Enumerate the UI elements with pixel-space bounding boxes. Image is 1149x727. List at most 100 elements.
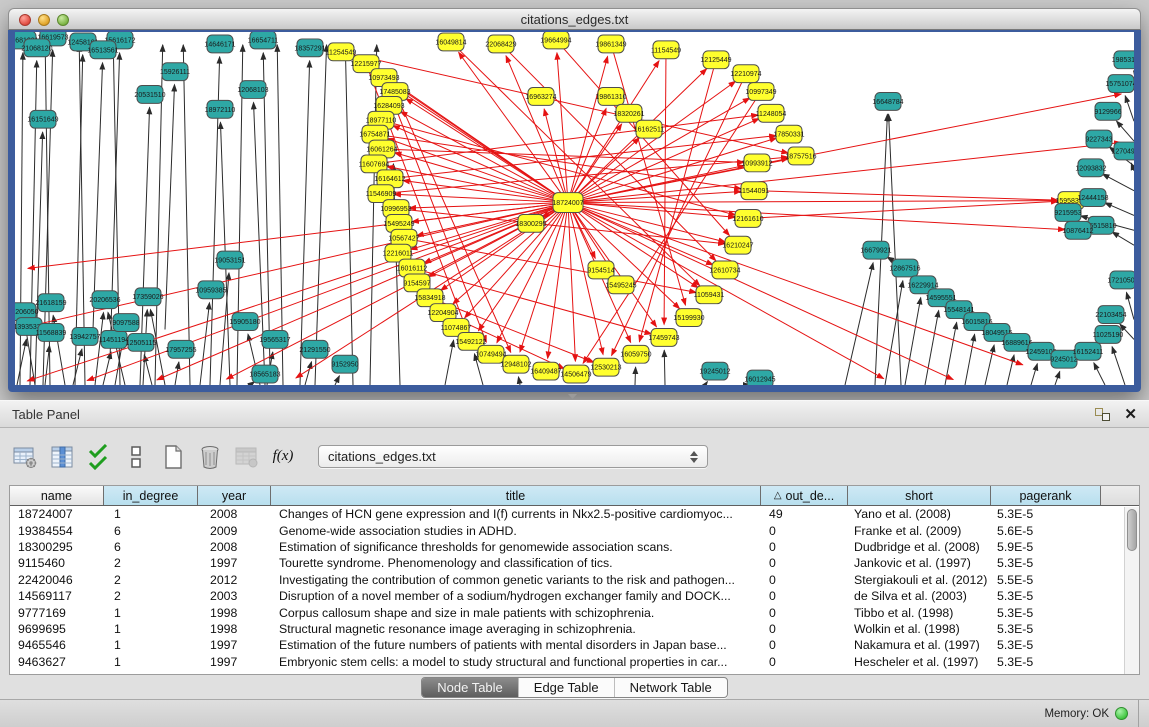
graph-node-selected[interactable]: 17850331 xyxy=(773,125,804,143)
graph-node-selected[interactable]: 12125449 xyxy=(700,51,731,69)
graph-node-selected[interactable]: 18320261 xyxy=(613,104,644,122)
graph-node[interactable]: 9227343 xyxy=(1085,130,1112,148)
graph-node-selected[interactable]: 19861310 xyxy=(595,88,626,106)
table-row[interactable]: 946554611997Estimation of the future num… xyxy=(10,637,1139,653)
selected-edge[interactable] xyxy=(568,201,1058,203)
memory-status-indicator-icon[interactable] xyxy=(1115,707,1128,720)
edge[interactable] xyxy=(1126,292,1134,319)
graph-node-selected[interactable]: 12948102 xyxy=(500,355,531,373)
graph-node-selected[interactable]: 11544091 xyxy=(739,182,770,200)
graph-node[interactable]: 19053151 xyxy=(214,251,245,269)
graph-node-selected[interactable]: 11059431 xyxy=(694,286,725,304)
graph-node-selected[interactable]: 16059750 xyxy=(620,345,651,363)
table-row[interactable]: 1830029562008Estimation of significance … xyxy=(10,539,1139,555)
tab-node-table[interactable]: Node Table xyxy=(422,678,518,697)
graph-node[interactable]: 16151649 xyxy=(27,110,58,128)
selected-edge[interactable] xyxy=(459,52,568,202)
graph-node[interactable]: 17359026 xyxy=(132,288,163,306)
edge[interactable] xyxy=(370,45,377,385)
graph-node[interactable]: 11025190 xyxy=(1093,326,1124,344)
table-row[interactable]: 1872400712008Changes of HCN gene express… xyxy=(10,506,1139,522)
edge[interactable] xyxy=(35,132,43,385)
zoom-window-button[interactable] xyxy=(57,14,69,26)
table-settings-button[interactable] xyxy=(10,442,40,472)
selected-edge[interactable] xyxy=(568,203,1065,230)
edge[interactable] xyxy=(905,298,921,385)
edge[interactable] xyxy=(45,345,50,385)
graph-node[interactable]: 18357291 xyxy=(294,39,325,57)
graph-node[interactable]: 19853110 xyxy=(1112,51,1134,69)
graph-node[interactable]: 9097588 xyxy=(112,314,139,332)
graph-node-selected[interactable]: 22068429 xyxy=(485,35,516,53)
edge[interactable] xyxy=(664,350,665,385)
graph-node[interactable]: 11568839 xyxy=(36,324,67,342)
table-row[interactable]: 977716911998Corpus callosum shape and si… xyxy=(10,604,1139,620)
splitter-grip-icon[interactable] xyxy=(568,394,577,399)
edge[interactable] xyxy=(1125,96,1134,121)
edge[interactable] xyxy=(925,310,939,385)
table-selector-dropdown[interactable]: citations_edges.txt xyxy=(318,445,708,468)
deselect-all-button[interactable] xyxy=(121,442,151,472)
edge[interactable] xyxy=(305,362,312,385)
graph-node[interactable]: 10876412 xyxy=(1062,221,1093,239)
network-graph-canvas[interactable]: 1872400718300295112545491221597710973493… xyxy=(15,32,1134,385)
edge[interactable] xyxy=(183,45,190,385)
graph-node[interactable]: 12444158 xyxy=(1077,189,1108,207)
scrollbar-thumb[interactable] xyxy=(1127,509,1137,551)
graph-node-selected[interactable]: 10997349 xyxy=(745,83,776,101)
edge[interactable] xyxy=(345,45,353,385)
graph-node-selected[interactable]: 19664994 xyxy=(540,32,571,49)
close-panel-icon[interactable]: ✕ xyxy=(1124,408,1137,421)
edge[interactable] xyxy=(518,377,520,385)
graph-node[interactable]: 16012945 xyxy=(744,370,775,385)
minimize-window-button[interactable] xyxy=(38,14,50,26)
table-row[interactable]: 946362711997Embryonic stem cells: a mode… xyxy=(10,654,1139,670)
edge[interactable] xyxy=(95,313,103,385)
graph-node[interactable]: 14646171 xyxy=(204,35,235,53)
graph-node[interactable]: 16513561 xyxy=(87,41,118,59)
column-header-in_degree[interactable]: in_degree xyxy=(104,486,198,505)
graph-node-selected[interactable]: 19861349 xyxy=(595,35,626,53)
graph-node-selected[interactable]: 16963274 xyxy=(525,88,556,106)
create-column-button[interactable] xyxy=(158,442,188,472)
selected-edge[interactable] xyxy=(748,201,1058,218)
graph-hub-node[interactable]: 18724007 xyxy=(552,193,583,213)
graph-node-selected[interactable]: 14506479 xyxy=(560,365,591,383)
graph-node-selected[interactable]: 12210974 xyxy=(730,65,761,83)
edge[interactable] xyxy=(73,349,82,385)
graph-node[interactable]: 17957255 xyxy=(165,340,196,358)
graph-node[interactable]: 15905180 xyxy=(229,313,260,331)
edge[interactable] xyxy=(845,263,873,385)
column-visibility-button[interactable] xyxy=(47,442,77,472)
select-all-button[interactable] xyxy=(84,442,114,472)
graph-node[interactable]: 15751074 xyxy=(1105,75,1134,93)
graph-node[interactable]: 16654711 xyxy=(248,32,279,49)
graph-node-selected[interactable]: 18300295 xyxy=(515,214,546,232)
graph-node-selected[interactable]: 17459743 xyxy=(648,328,679,346)
column-header-year[interactable]: year xyxy=(198,486,271,505)
graph-node[interactable]: 12068103 xyxy=(237,81,268,99)
graph-node-selected[interactable]: 12161610 xyxy=(732,209,763,227)
graph-node[interactable]: 16679921 xyxy=(860,241,891,259)
graph-node[interactable]: 22103454 xyxy=(1095,306,1126,324)
edge[interactable] xyxy=(315,45,327,385)
selected-edge[interactable] xyxy=(568,56,608,202)
graph-node-selected[interactable]: 16049814 xyxy=(435,33,466,51)
delete-column-button[interactable] xyxy=(195,442,225,472)
edge[interactable] xyxy=(1055,371,1060,385)
graph-node[interactable]: 13942757 xyxy=(69,327,100,345)
table-row[interactable]: 1456911722003Disruption of a novel membe… xyxy=(10,588,1139,604)
column-header-short[interactable]: short xyxy=(848,486,991,505)
edge[interactable] xyxy=(17,339,26,385)
graph-node-selected[interactable]: 12530213 xyxy=(590,358,621,376)
graph-node-selected[interactable]: 15199930 xyxy=(673,309,704,327)
graph-node[interactable]: 9215953 xyxy=(1054,204,1081,222)
edge[interactable] xyxy=(200,303,210,385)
graph-node[interactable]: 15926111 xyxy=(160,63,190,81)
graph-node[interactable]: 10959385 xyxy=(195,281,226,299)
table-scrollbar[interactable] xyxy=(1124,507,1139,674)
delete-table-button[interactable] xyxy=(232,442,262,472)
table-row[interactable]: 2242004622012Investigating the contribut… xyxy=(10,572,1139,588)
graph-node[interactable]: 21068120 xyxy=(21,39,52,57)
graph-node[interactable]: 21291550 xyxy=(299,340,330,358)
